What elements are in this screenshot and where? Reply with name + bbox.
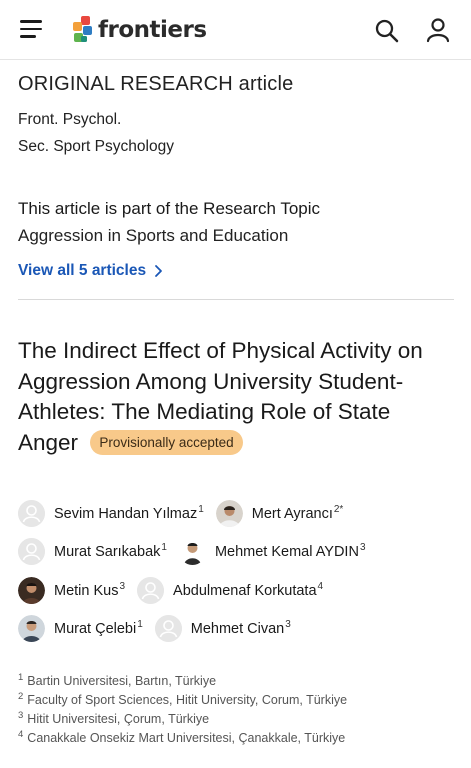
- author-name: Abdulmenaf Korkutata4: [173, 581, 324, 599]
- author-name: Mehmet Civan3: [190, 619, 291, 637]
- affiliation-item: 2 Faculty of Sport Sciences, Hitit Univer…: [18, 691, 348, 707]
- research-topic-link[interactable]: Aggression in Sports and Education: [18, 226, 288, 246]
- view-all-articles-link[interactable]: View all 5 articles: [18, 262, 164, 280]
- affiliation-item: 4 Canakkale Onsekiz Mart Universitesi, Ça…: [18, 729, 346, 745]
- author-item[interactable]: Murat Sarıkabak1: [18, 537, 167, 565]
- divider: [18, 299, 454, 300]
- author-item[interactable]: Sevim Handan Yılmaz1: [18, 499, 204, 527]
- status-badge: Provisionally accepted: [90, 429, 243, 455]
- menu-icon[interactable]: [20, 20, 44, 40]
- author-item[interactable]: Mehmet Civan3: [154, 614, 291, 642]
- author-name: Murat Sarıkabak1: [54, 542, 167, 560]
- top-navigation-bar: frontiers: [0, 0, 471, 60]
- author-item[interactable]: Mert Ayrancı2*: [215, 499, 344, 527]
- avatar: [178, 537, 206, 565]
- author-row: Sevim Handan Yılmaz1 Mert Ayrancı2*: [18, 499, 355, 527]
- view-all-articles-label: View all 5 articles: [18, 262, 147, 279]
- user-icon[interactable]: [425, 17, 451, 43]
- author-item[interactable]: Murat Çelebi1: [18, 614, 143, 642]
- author-row: Murat Çelebi1 Mehmet Civan3: [18, 614, 303, 642]
- author-name: Mehmet Kemal AYDIN3: [214, 542, 366, 560]
- search-icon[interactable]: [374, 18, 400, 44]
- journal-name: Front. Psychol.: [18, 111, 122, 128]
- author-item[interactable]: Metin Kus3: [18, 576, 126, 604]
- avatar-placeholder-icon: [154, 614, 182, 642]
- journal-section: Sec. Sport Psychology: [18, 138, 174, 155]
- chevron-right-icon: [155, 265, 163, 277]
- avatar: [18, 614, 45, 642]
- author-row: Metin Kus3 Abdulmenaf Korkutata4: [18, 576, 335, 604]
- avatar: [215, 499, 243, 527]
- avatar-placeholder-icon: [18, 499, 45, 527]
- article-title: The Indirect Effect of Physical Activity…: [18, 336, 455, 458]
- avatar-placeholder-icon: [18, 537, 45, 565]
- author-name: Murat Çelebi1: [54, 619, 143, 637]
- author-name: Mert Ayrancı2*: [251, 504, 344, 522]
- frontiers-logo[interactable]: frontiers: [70, 14, 207, 46]
- affiliation-item: 3 Hitit Universitesi, Çorum, Türkiye: [18, 710, 210, 726]
- author-item[interactable]: Mehmet Kemal AYDIN3: [178, 537, 366, 565]
- avatar-placeholder-icon: [137, 576, 165, 604]
- research-topic-intro: This article is part of the Research Top…: [18, 199, 321, 218]
- avatar: [18, 576, 45, 604]
- affiliation-item: 1 Bartin Universitesi, Bartın, Türkiye: [18, 672, 217, 688]
- author-item[interactable]: Abdulmenaf Korkutata4: [137, 576, 324, 604]
- frontiers-logo-text: frontiers: [98, 17, 207, 43]
- author-name: Metin Kus3: [54, 581, 126, 599]
- author-row: Murat Sarıkabak1 Mehmet Kemal AYDIN3: [18, 537, 378, 565]
- article-type: ORIGINAL RESEARCH article: [18, 73, 294, 95]
- author-name: Sevim Handan Yılmaz1: [54, 504, 204, 522]
- frontiers-logo-mark-icon: [73, 16, 92, 42]
